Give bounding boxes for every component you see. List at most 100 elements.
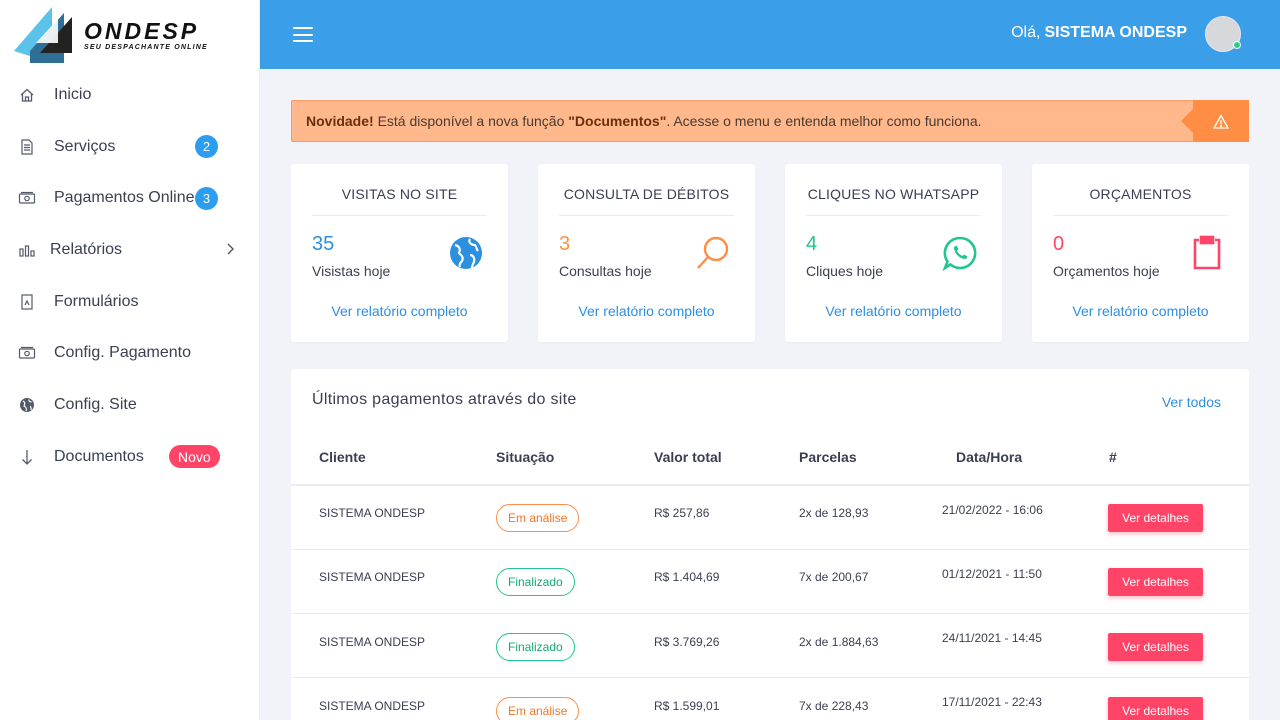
stat-card-whatsapp: CLIQUES NO WHATSAPP 4 Cliques hoje Ver r… bbox=[785, 164, 1002, 342]
globe-icon bbox=[18, 396, 36, 414]
sidebar-item-label: Inicio bbox=[54, 85, 92, 103]
documentos-new-badge: Novo bbox=[169, 445, 220, 469]
sidebar-item-label: Relatórios bbox=[50, 240, 123, 258]
sidebar-item-config-pagamento[interactable]: Config. Pagamento bbox=[0, 327, 259, 379]
sidebar-item-documentos[interactable]: Documentos Novo bbox=[0, 431, 259, 483]
sidebar-item-label: Config. Site bbox=[54, 395, 137, 413]
card-report-link[interactable]: Ver relatório completo bbox=[785, 303, 1002, 319]
card-title: CLIQUES NO WHATSAPP bbox=[807, 186, 980, 202]
chevron-right-icon bbox=[226, 242, 234, 258]
bar-chart-icon bbox=[18, 241, 36, 259]
cell-installments: 2x de 1.884,63 bbox=[799, 635, 879, 649]
card-report-link[interactable]: Ver relatório completo bbox=[538, 303, 755, 319]
sidebar-item-relatorios[interactable]: Relatórios bbox=[0, 224, 259, 276]
card-subtitle: Visistas hoje bbox=[312, 263, 391, 279]
card-report-link[interactable]: Ver relatório completo bbox=[1032, 303, 1249, 319]
status-badge: Em análise bbox=[496, 697, 580, 720]
online-status-icon bbox=[1233, 41, 1241, 49]
stat-card-consultas: CONSULTA DE DÉBITOS 3 Consultas hoje Ver… bbox=[538, 164, 755, 342]
cell-datetime: 24/11/2021 - 14:45 bbox=[942, 631, 1042, 645]
cell-installments: 7x de 228,43 bbox=[799, 699, 869, 713]
divider bbox=[559, 215, 734, 216]
document-icon bbox=[18, 138, 36, 156]
divider bbox=[806, 215, 981, 216]
alert-strong: Novidade! bbox=[306, 113, 374, 129]
sidebar-item-label: Pagamentos Online bbox=[54, 189, 195, 207]
menu-toggle-icon[interactable] bbox=[293, 27, 313, 42]
cell-datetime: 17/11/2021 - 22:43 bbox=[942, 695, 1042, 709]
alert-message: Novidade! Está disponível a nova função … bbox=[306, 113, 982, 129]
sidebar: ONDESP SEU DESPACHANTE ONLINE Inicio Ser… bbox=[0, 0, 260, 720]
cell-client: SISTEMA ONDESP bbox=[319, 570, 426, 584]
cell-datetime: 01/12/2021 - 11:50 bbox=[942, 567, 1042, 581]
arrow-down-icon bbox=[18, 448, 36, 466]
avatar[interactable] bbox=[1205, 16, 1241, 52]
sidebar-item-inicio[interactable]: Inicio bbox=[0, 69, 259, 121]
table-row: SISTEMA ONDESP Em análise R$ 1.599,01 7x… bbox=[291, 678, 1249, 720]
card-value: 4 bbox=[806, 233, 818, 255]
user-greeting: Olá, SISTEMA ONDESP bbox=[1011, 24, 1187, 42]
money-icon bbox=[18, 189, 36, 207]
column-header: Parcelas bbox=[799, 449, 857, 465]
table-row: SISTEMA ONDESP Em análise R$ 257,86 2x d… bbox=[291, 486, 1249, 550]
sidebar-item-label: Formulários bbox=[54, 292, 139, 310]
money-icon bbox=[18, 344, 36, 362]
cell-installments: 2x de 128,93 bbox=[799, 506, 869, 520]
news-alert: Novidade! Está disponível a nova função … bbox=[291, 100, 1249, 142]
table-row: SISTEMA ONDESP Finalizado R$ 1.404,69 7x… bbox=[291, 550, 1249, 614]
column-header: Data/Hora bbox=[956, 449, 1023, 465]
view-all-link[interactable]: Ver todos bbox=[1162, 394, 1221, 410]
whatsapp-icon bbox=[942, 235, 978, 272]
cell-installments: 7x de 200,67 bbox=[799, 570, 869, 584]
divider bbox=[1053, 215, 1228, 216]
view-details-button[interactable]: Ver detalhes bbox=[1108, 568, 1203, 596]
panel-title: Últimos pagamentos através do site bbox=[312, 391, 577, 408]
view-details-button[interactable]: Ver detalhes bbox=[1108, 504, 1203, 532]
card-value: 35 bbox=[312, 233, 335, 255]
form-icon bbox=[18, 293, 36, 311]
cell-client: SISTEMA ONDESP bbox=[319, 635, 426, 649]
sidebar-item-config-site[interactable]: Config. Site bbox=[0, 379, 259, 431]
view-details-button[interactable]: Ver detalhes bbox=[1108, 697, 1203, 720]
stat-card-orcamentos: ORÇAMENTOS 0 Orçamentos hoje Ver relatór… bbox=[1032, 164, 1249, 342]
pagamentos-count-badge: 3 bbox=[195, 186, 218, 210]
column-header: Valor total bbox=[654, 449, 722, 465]
column-header: # bbox=[1109, 449, 1117, 465]
status-badge: Finalizado bbox=[496, 633, 575, 661]
column-header: Situação bbox=[496, 449, 555, 465]
status-badge: Em análise bbox=[496, 504, 580, 532]
card-value: 0 bbox=[1053, 233, 1065, 255]
sidebar-item-formularios[interactable]: Formulários bbox=[0, 276, 259, 328]
greeting-text: Olá, bbox=[1011, 24, 1041, 41]
user-name: SISTEMA ONDESP bbox=[1044, 24, 1187, 41]
card-title: ORÇAMENTOS bbox=[1089, 186, 1192, 202]
warning-icon bbox=[1181, 100, 1249, 142]
cell-total: R$ 1.599,01 bbox=[654, 699, 720, 713]
brand-logo[interactable]: ONDESP SEU DESPACHANTE ONLINE bbox=[0, 0, 259, 69]
status-badge: Finalizado bbox=[496, 568, 575, 596]
search-icon bbox=[695, 235, 731, 271]
clipboard-icon bbox=[1189, 235, 1225, 271]
card-value: 3 bbox=[559, 233, 571, 255]
sidebar-item-pagamentos-online[interactable]: Pagamentos Online 3 bbox=[0, 172, 259, 224]
card-title: VISITAS NO SITE bbox=[341, 186, 458, 202]
cell-total: R$ 257,86 bbox=[654, 506, 710, 520]
divider bbox=[312, 215, 487, 216]
table-row: SISTEMA ONDESP Finalizado R$ 3.769,26 2x… bbox=[291, 614, 1249, 678]
sidebar-item-label: Config. Pagamento bbox=[54, 344, 191, 362]
card-subtitle: Orçamentos hoje bbox=[1053, 263, 1160, 279]
servicos-count-badge: 2 bbox=[195, 135, 218, 159]
view-details-button[interactable]: Ver detalhes bbox=[1108, 633, 1203, 661]
sidebar-item-label: Documentos bbox=[54, 447, 144, 465]
latest-payments-panel: Últimos pagamentos através do site Ver t… bbox=[291, 369, 1249, 720]
brand-name: ONDESP bbox=[84, 17, 200, 44]
cell-client: SISTEMA ONDESP bbox=[319, 699, 426, 713]
cell-client: SISTEMA ONDESP bbox=[319, 506, 426, 520]
sidebar-item-servicos[interactable]: Serviços 2 bbox=[0, 121, 259, 173]
alert-text-part: Está disponível a nova função bbox=[373, 113, 569, 129]
brand-tagline: SEU DESPACHANTE ONLINE bbox=[84, 43, 208, 51]
column-header: Cliente bbox=[319, 449, 366, 465]
topbar: Olá, SISTEMA ONDESP bbox=[260, 0, 1280, 69]
card-report-link[interactable]: Ver relatório completo bbox=[291, 303, 508, 319]
cell-total: R$ 3.769,26 bbox=[654, 635, 720, 649]
